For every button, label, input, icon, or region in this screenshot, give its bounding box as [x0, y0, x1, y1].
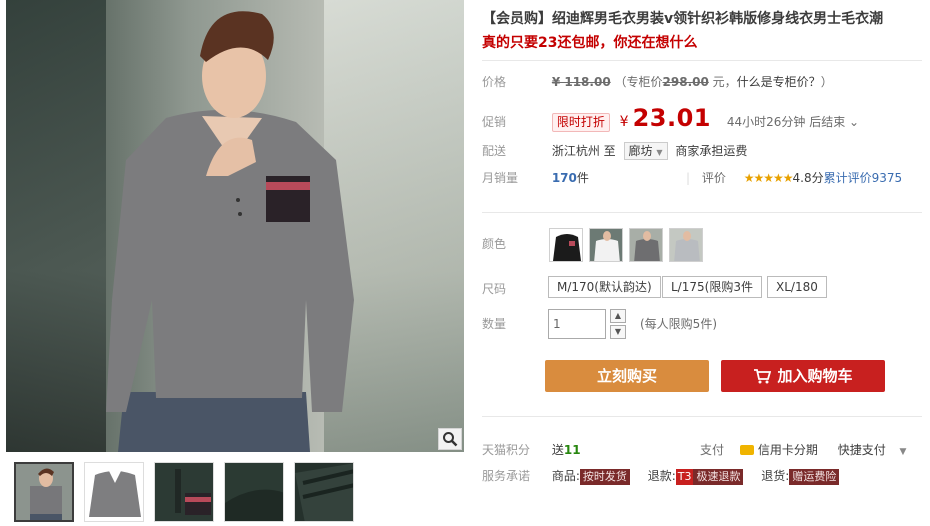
- thumbnail-2[interactable]: [84, 462, 144, 522]
- size-option-m[interactable]: M/170(默认韵达): [548, 276, 661, 298]
- service-return: 退货:: [761, 469, 790, 483]
- color-swatch-2[interactable]: [589, 228, 623, 262]
- points-row: 天猫积分 送11: [482, 440, 581, 460]
- size-label: 尺码: [482, 282, 507, 296]
- points-give: 送: [551, 443, 564, 457]
- sales-label: 月销量: [482, 171, 519, 185]
- counter-price: 298.00: [662, 75, 709, 89]
- thumbnail-3[interactable]: [154, 462, 214, 522]
- color-label-row: 颜色: [482, 234, 548, 254]
- sales-row: 月销量 170件: [482, 168, 589, 188]
- credit-card-installment[interactable]: 信用卡分期: [758, 443, 818, 457]
- quantity-label: 数量: [482, 317, 507, 331]
- shipping-note: 商家承担运费: [675, 144, 748, 158]
- quantity-label-row: 数量: [482, 314, 548, 334]
- service-return-tag[interactable]: 赠运费险: [789, 469, 840, 485]
- color-swatch-3[interactable]: [629, 228, 663, 262]
- rating-stars: ★★★★★: [743, 171, 794, 185]
- sales-count: 170: [551, 171, 577, 185]
- caret-down-icon: ▼: [656, 148, 663, 157]
- zoom-button[interactable]: [438, 428, 462, 450]
- product-subtitle: 真的只要23还包邮，你还在想什么: [482, 35, 698, 51]
- shipping-row: 配送 浙江杭州 至 廊坊 ▼ 商家承担运费: [482, 141, 747, 161]
- thumbnail-1[interactable]: [14, 462, 74, 522]
- size-option-l[interactable]: L/175(限购3件: [662, 276, 762, 298]
- service-goods-tag[interactable]: 按时发货: [579, 469, 630, 485]
- color-label: 颜色: [482, 237, 507, 251]
- reviews-link[interactable]: 累计评价9375: [824, 171, 903, 185]
- service-refund: 退款:: [647, 469, 676, 483]
- original-price: ¥ 118.00: [551, 75, 611, 89]
- price-row: 价格 ¥ 118.00 （专柜价298.00 元，什么是专柜价？）: [482, 72, 833, 92]
- quantity-decrease-button[interactable]: ▼: [610, 325, 626, 339]
- magnifier-icon: [443, 432, 458, 447]
- sales-unit: 件: [576, 171, 589, 185]
- payment-dropdown-icon[interactable]: ▼: [900, 447, 907, 457]
- promo-price: 23.01: [632, 104, 712, 132]
- size-label-row: 尺码: [482, 279, 548, 299]
- product-title: 【会员购】绍迪辉男毛衣男装v领针织衫韩版修身线衣男士毛衣潮: [482, 11, 884, 27]
- size-option-xl[interactable]: XL/180: [767, 276, 827, 298]
- counter-price-unit: 元，: [712, 75, 737, 89]
- payment-label: 支付: [700, 443, 725, 457]
- rating-label: 评价: [701, 171, 726, 185]
- thumbnail-5[interactable]: [294, 462, 354, 522]
- promo-countdown: 44小时26分钟 后结束: [726, 115, 846, 129]
- payment-block: 支付 信用卡分期 快捷支付 ▼: [700, 440, 922, 460]
- destination-select[interactable]: 廊坊 ▼: [623, 142, 668, 160]
- points-label: 天猫积分: [482, 443, 531, 457]
- service-label: 服务承诺: [482, 469, 531, 483]
- quantity-increase-button[interactable]: ▲: [610, 309, 626, 323]
- divider-bottom: [482, 416, 922, 417]
- credit-card-icon: [739, 445, 754, 455]
- promo-row: 促销 限时打折 ¥23.01 44小时26分钟 后结束 ⌄: [482, 104, 859, 132]
- add-to-cart-button[interactable]: 加入购物车: [721, 360, 885, 392]
- quick-pay[interactable]: 快捷支付: [838, 443, 886, 457]
- promo-badge: 限时打折: [551, 113, 610, 132]
- model-illustration: [106, 11, 354, 452]
- service-row: 服务承诺 商品: 按时发货 退款: T3 极速退款 退货: 赠运费险: [482, 466, 840, 486]
- service-refund-tag-prefix: T3: [675, 469, 694, 485]
- shipping-from: 浙江杭州: [551, 144, 600, 158]
- quantity-input[interactable]: [548, 309, 606, 339]
- chevron-down-icon[interactable]: ⌄: [849, 115, 859, 129]
- counter-price-open: （专柜价: [614, 75, 663, 89]
- color-swatch-1[interactable]: [549, 228, 583, 262]
- points-value: 11: [563, 443, 581, 457]
- service-goods: 商品:: [551, 469, 580, 483]
- service-refund-tag[interactable]: 极速退款: [693, 469, 744, 485]
- shipping-to-word: 至: [603, 144, 616, 158]
- cart-icon: [753, 363, 772, 395]
- divider-top: [482, 60, 922, 61]
- buy-now-button[interactable]: 立刻购买: [545, 360, 709, 392]
- thumbnail-4[interactable]: [224, 462, 284, 522]
- destination-value: 廊坊: [628, 144, 653, 158]
- counter-price-help-link[interactable]: 什么是专柜价？: [737, 75, 821, 89]
- add-to-cart-label: 加入购物车: [777, 367, 853, 385]
- price-label: 价格: [482, 75, 507, 89]
- rating-divider: |: [686, 171, 691, 185]
- rating-score: 4.8分: [792, 171, 824, 185]
- main-product-image[interactable]: [6, 0, 464, 452]
- counter-price-close: ）: [820, 75, 833, 89]
- rating-block: | 评价 ★★★★★4.8分累计评价9375: [686, 168, 926, 188]
- quantity-limit-note: (每人限购5件): [640, 317, 717, 331]
- divider-mid: [482, 212, 922, 213]
- color-swatch-4[interactable]: [669, 228, 703, 262]
- promo-label: 促销: [482, 115, 507, 129]
- promo-currency: ¥: [619, 114, 629, 130]
- thumbnail-strip: [14, 462, 464, 524]
- shipping-label: 配送: [482, 144, 507, 158]
